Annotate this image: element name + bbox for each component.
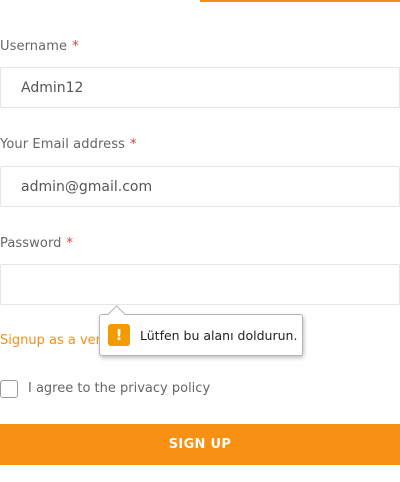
sign-up-button[interactable]: SIGN UP xyxy=(0,424,400,465)
signup-vendor-link[interactable]: Signup as a vendor? xyxy=(0,333,110,348)
username-input[interactable] xyxy=(0,67,400,108)
password-input[interactable] xyxy=(0,264,400,305)
username-label: Username * xyxy=(0,39,79,54)
validation-tooltip: ! Lütfen bu alanı doldurun. xyxy=(99,314,303,356)
required-mark: * xyxy=(72,39,79,54)
email-input[interactable] xyxy=(0,166,400,207)
required-mark: * xyxy=(129,137,137,152)
required-mark: * xyxy=(66,236,74,251)
warning-icon: ! xyxy=(108,324,130,346)
privacy-checkbox[interactable] xyxy=(0,380,18,398)
tab-indicator xyxy=(200,0,400,2)
validation-message: Lütfen bu alanı doldurun. xyxy=(140,327,298,343)
signup-form: Username* Your Email address* Password* … xyxy=(0,0,400,482)
email-label: Your Email address * xyxy=(0,137,137,152)
password-label: Password * xyxy=(0,236,74,251)
privacy-label: I agree to the privacy policy xyxy=(28,381,211,396)
